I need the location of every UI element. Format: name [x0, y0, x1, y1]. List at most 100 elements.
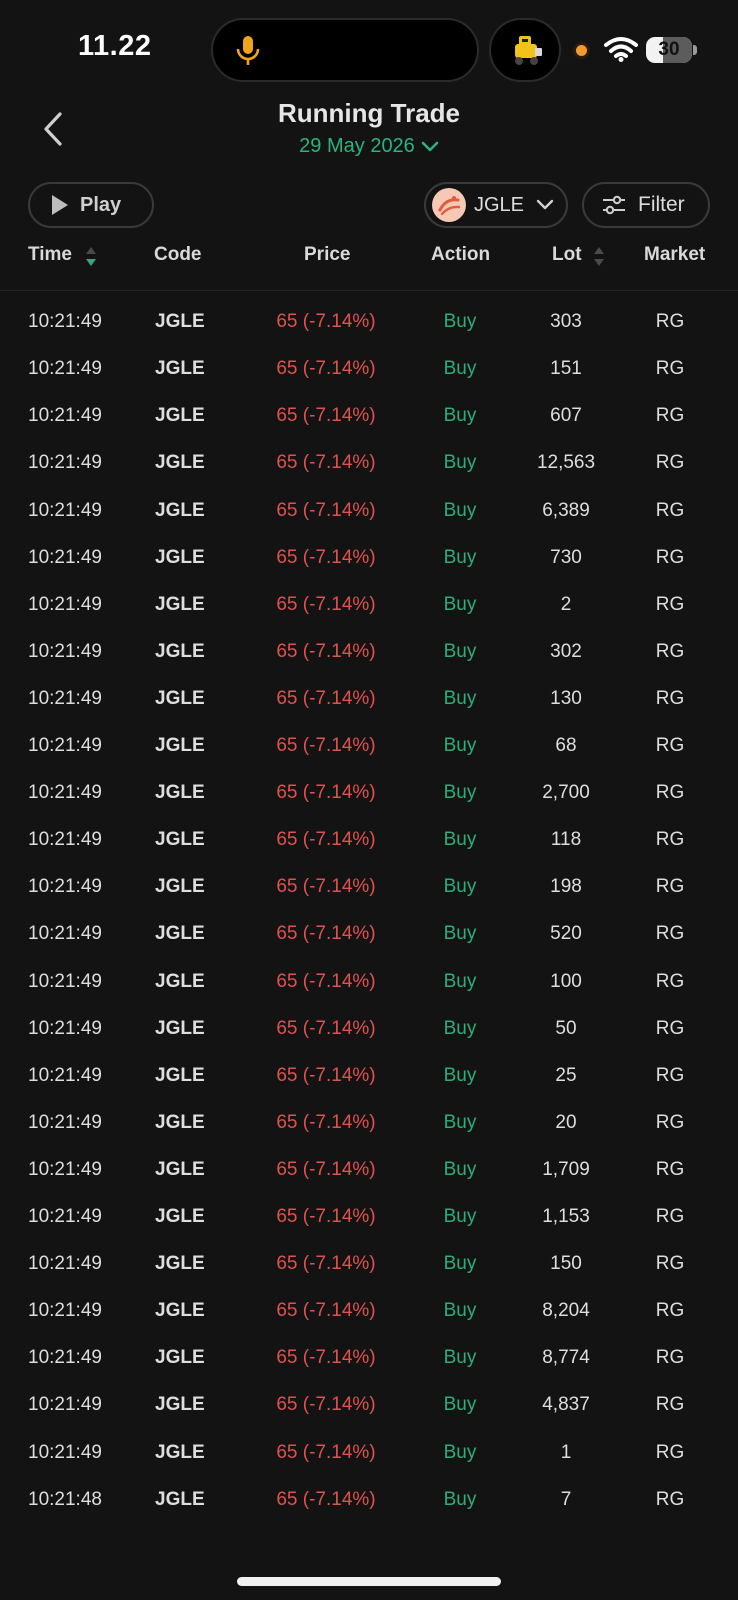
table-row[interactable]: 10:21:49 JGLE 65 (-7.14%) Buy 151 RG [0, 346, 738, 394]
stock-logo [432, 188, 466, 222]
trade-lot: 20 [555, 1111, 577, 1133]
trade-lot: 150 [550, 1253, 582, 1275]
filter-button[interactable]: Filter [582, 182, 710, 228]
table-row[interactable]: 10:21:49 JGLE 65 (-7.14%) Buy 607 RG [0, 393, 738, 441]
trade-time: 10:21:49 [28, 687, 102, 709]
stock-code: JGLE [155, 876, 205, 898]
live-activity-bubble[interactable] [489, 18, 561, 82]
trade-lot: 4,837 [542, 1394, 590, 1416]
trade-lot: 100 [550, 970, 582, 992]
table-row[interactable]: 10:21:49 JGLE 65 (-7.14%) Buy 1,709 RG [0, 1147, 738, 1195]
trade-lot: 2,700 [542, 782, 590, 804]
trade-time: 10:21:49 [28, 1441, 102, 1463]
trade-price: 65 (-7.14%) [276, 358, 376, 380]
trade-lot: 7 [560, 1488, 572, 1510]
table-row[interactable]: 10:21:49 JGLE 65 (-7.14%) Buy 8,204 RG [0, 1288, 738, 1336]
table-row[interactable]: 10:21:49 JGLE 65 (-7.14%) Buy 68 RG [0, 723, 738, 771]
trade-market: RG [655, 876, 685, 898]
sort-icon[interactable] [592, 244, 606, 270]
table-row[interactable]: 10:21:49 JGLE 65 (-7.14%) Buy 1 RG [0, 1430, 738, 1478]
column-header-code: Code [154, 244, 202, 265]
column-header-action: Action [431, 244, 491, 265]
trade-action: Buy [443, 358, 477, 380]
trade-price: 65 (-7.14%) [276, 593, 376, 615]
play-button[interactable]: Play [28, 182, 154, 228]
trade-lot: 303 [550, 311, 582, 333]
trade-time: 10:21:49 [28, 923, 102, 945]
trade-market: RG [655, 405, 685, 427]
trade-lot: 68 [555, 735, 577, 756]
trade-market: RG [655, 829, 685, 851]
trade-action: Buy [443, 1253, 477, 1275]
stock-code: JGLE [155, 1253, 205, 1275]
table-row[interactable]: 10:21:49 JGLE 65 (-7.14%) Buy 50 RG [0, 1006, 738, 1054]
stock-code: JGLE [155, 640, 205, 662]
stock-code: JGLE [155, 1300, 205, 1322]
trade-action: Buy [443, 452, 477, 474]
stock-code: JGLE [155, 452, 205, 474]
trade-action: Buy [443, 546, 477, 568]
trade-action: Buy [443, 640, 477, 662]
column-header-time[interactable]: Time [28, 244, 72, 266]
trade-time: 10:21:49 [28, 546, 102, 568]
table-row[interactable]: 10:21:49 JGLE 65 (-7.14%) Buy 2 RG [0, 582, 738, 630]
table-row[interactable]: 10:21:49 JGLE 65 (-7.14%) Buy 12,563 RG [0, 440, 738, 488]
table-row[interactable]: 10:21:49 JGLE 65 (-7.14%) Buy 150 RG [0, 1241, 738, 1289]
date-selector[interactable]: 29 May 2026 [0, 135, 738, 158]
trade-price: 65 (-7.14%) [276, 1441, 376, 1463]
trade-price: 65 (-7.14%) [276, 311, 376, 333]
table-row[interactable]: 10:21:49 JGLE 65 (-7.14%) Buy 303 RG [0, 299, 738, 347]
trade-lot: 302 [550, 640, 582, 662]
trade-market: RG [655, 687, 685, 709]
trade-action: Buy [443, 876, 477, 898]
trade-list[interactable]: 10:21:49JGLE65 (-7.14%)Buy197RG10:21:49J… [0, 268, 738, 1540]
trade-market: RG [655, 1394, 685, 1416]
stock-code: JGLE [155, 923, 205, 945]
trade-lot: 130 [550, 687, 582, 709]
column-header-lot[interactable]: Lot [552, 244, 582, 266]
trade-action: Buy [443, 1300, 477, 1322]
trade-action: Buy [443, 970, 477, 992]
table-row[interactable]: 10:21:49 JGLE 65 (-7.14%) Buy 1,153 RG [0, 1194, 738, 1242]
stock-code: JGLE [155, 829, 205, 851]
table-row[interactable]: 10:21:49 JGLE 65 (-7.14%) Buy 520 RG [0, 911, 738, 959]
trade-market: RG [655, 358, 685, 380]
stock-code: JGLE [155, 1158, 205, 1180]
sort-icon[interactable] [84, 244, 98, 270]
table-row[interactable]: 10:21:49 JGLE 65 (-7.14%) Buy 100 RG [0, 959, 738, 1007]
trade-market: RG [655, 452, 685, 474]
table-row[interactable]: 10:21:49 JGLE 65 (-7.14%) Buy 130 RG [0, 676, 738, 724]
trade-market: RG [655, 546, 685, 568]
trade-lot: 520 [550, 923, 582, 945]
table-row[interactable]: 10:21:49 JGLE 65 (-7.14%) Buy 2,700 RG [0, 770, 738, 818]
trade-action: Buy [443, 1111, 477, 1133]
table-row[interactable]: 10:21:49 JGLE 65 (-7.14%) Buy 6,389 RG [0, 488, 738, 536]
table-row[interactable]: 10:21:49 JGLE 65 (-7.14%) Buy 730 RG [0, 535, 738, 583]
table-row[interactable]: 10:21:49 JGLE 65 (-7.14%) Buy 8,774 RG [0, 1335, 738, 1383]
trade-lot: 25 [555, 1064, 577, 1086]
table-row[interactable]: 10:21:49 JGLE 65 (-7.14%) Buy 198 RG [0, 864, 738, 912]
table-row[interactable]: 10:21:49 JGLE 65 (-7.14%) Buy 20 RG [0, 1100, 738, 1148]
battery-tip [693, 45, 697, 55]
table-row[interactable]: 10:21:49 JGLE 65 (-7.14%) Buy 302 RG [0, 629, 738, 677]
trade-time: 10:21:49 [28, 1394, 102, 1416]
table-row[interactable]: 10:21:49 JGLE 65 (-7.14%) Buy 4,837 RG [0, 1382, 738, 1430]
table-header: Time Code Price Action Lot Market [0, 236, 738, 291]
stock-selector[interactable]: JGLE [424, 182, 568, 228]
table-row[interactable]: 10:21:48 JGLE 65 (-7.14%) Buy 7 RG [0, 1477, 738, 1525]
trade-price: 65 (-7.14%) [276, 1300, 376, 1322]
trade-lot: 1,709 [542, 1158, 590, 1180]
microphone-icon [236, 36, 260, 65]
trade-time: 10:21:49 [28, 1111, 102, 1133]
trade-price: 65 (-7.14%) [276, 1206, 376, 1227]
trade-time: 10:21:49 [28, 970, 102, 992]
table-row[interactable]: 10:21:49 JGLE 65 (-7.14%) Buy 118 RG [0, 817, 738, 865]
trade-action: Buy [443, 829, 477, 851]
table-row[interactable]: 10:21:49 JGLE 65 (-7.14%) Buy 25 RG [0, 1053, 738, 1101]
trade-time: 10:21:49 [28, 405, 102, 427]
trade-market: RG [655, 593, 685, 615]
trade-time: 10:21:49 [28, 1064, 102, 1086]
trade-lot: 118 [550, 829, 582, 851]
trade-market: RG [655, 311, 685, 333]
trade-market: RG [655, 640, 685, 662]
